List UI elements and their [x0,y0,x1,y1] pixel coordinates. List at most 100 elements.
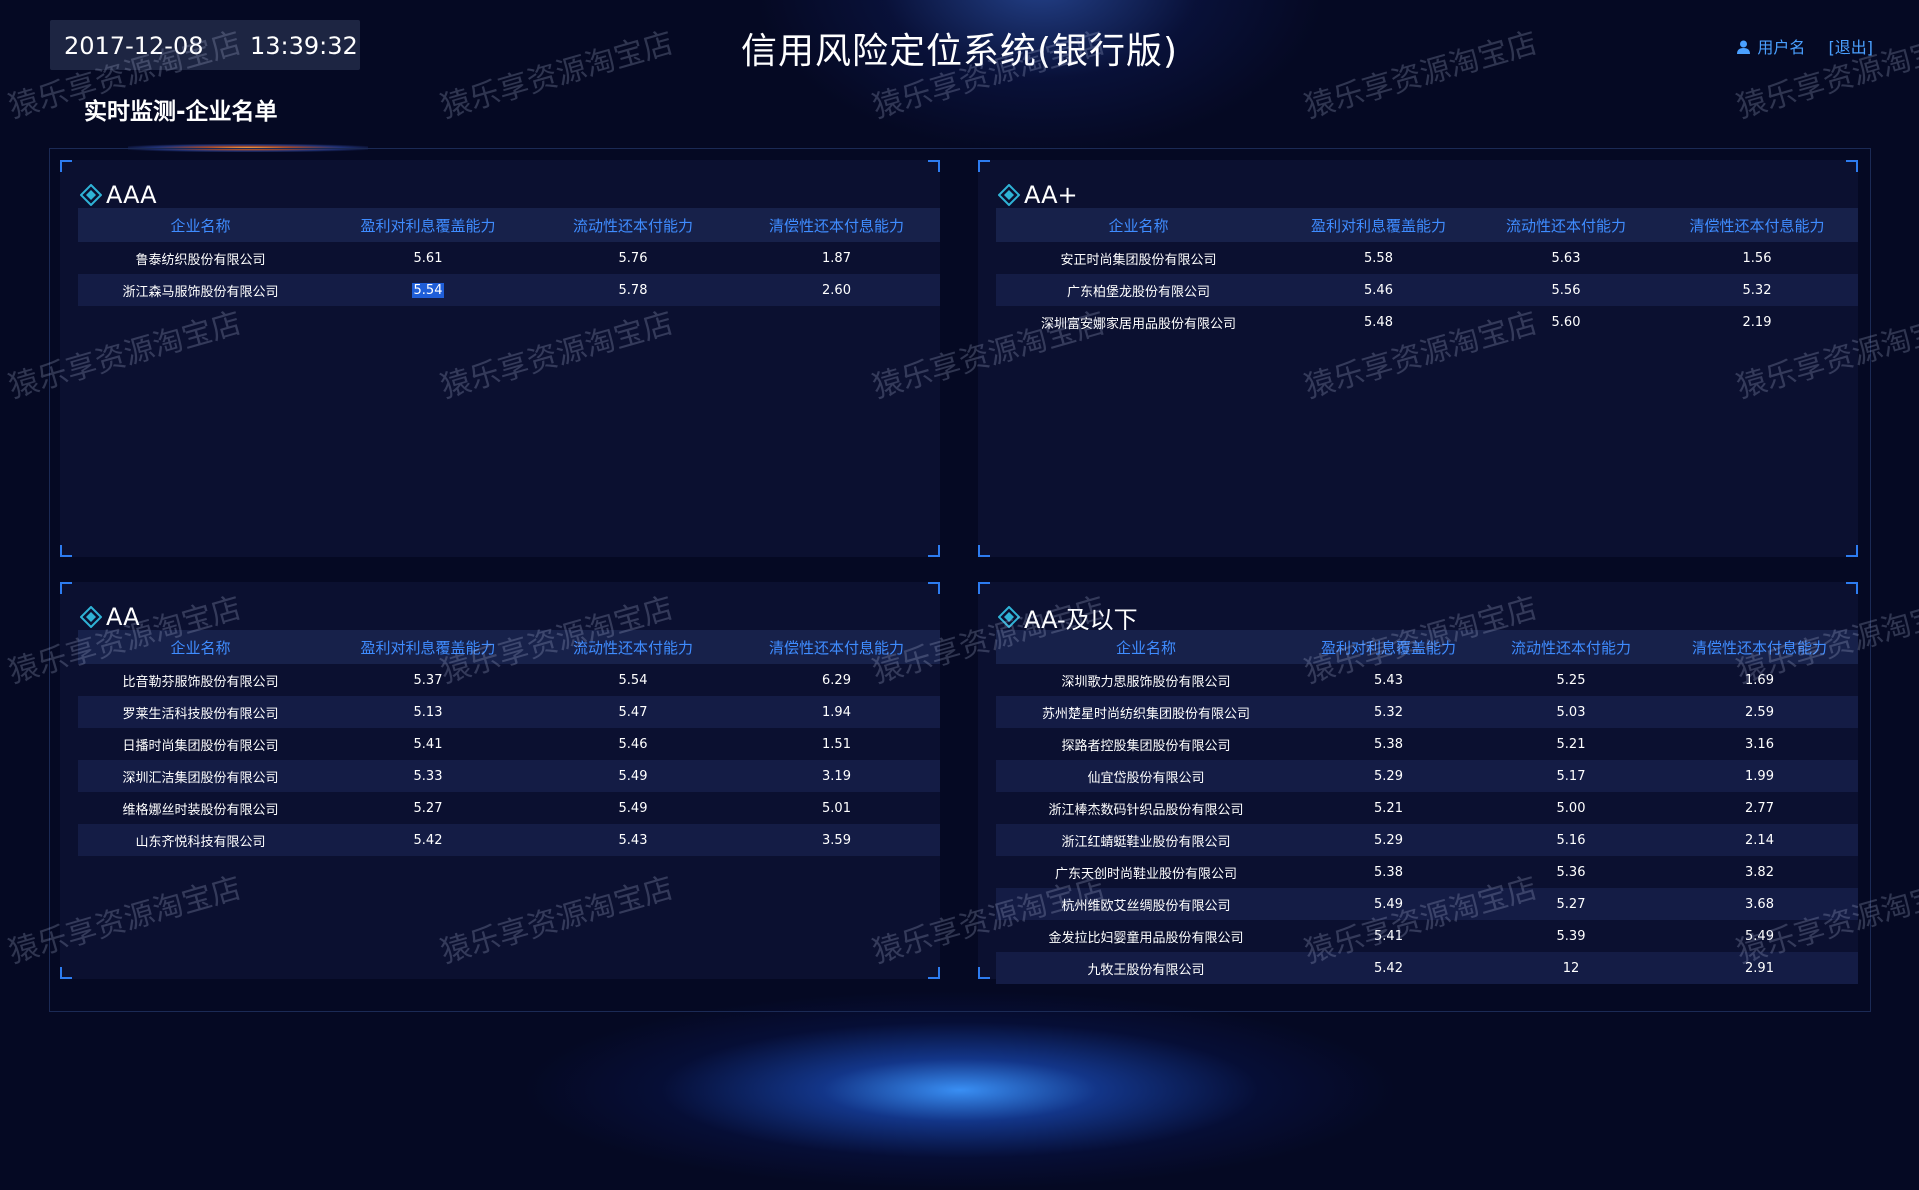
cell-value: 1.94 [733,696,940,728]
table-row[interactable]: 深圳汇洁集团股份有限公司 5.33 5.49 3.19 [78,760,940,792]
company-name: 金发拉比妇婴童用品股份有限公司 [996,920,1296,952]
cell-value: 5.58 [1281,242,1476,274]
panel-aa-plus: AA+ 企业名称 盈利对利息覆盖能力 流动性还本付能力 清偿性还本付息能力 安正… [978,160,1858,557]
column-header[interactable]: 流动性还本付能力 [1481,630,1661,664]
cell-value: 5.61 [323,242,533,274]
table-row[interactable]: 鲁泰纺织股份有限公司 5.61 5.76 1.87 [78,242,940,274]
cell-value: 5.29 [1296,760,1481,792]
cell-value: 5.41 [1296,920,1481,952]
table-row[interactable]: 广东天创时尚鞋业股份有限公司 5.38 5.36 3.82 [996,856,1858,888]
table-header: 企业名称 盈利对利息覆盖能力 流动性还本付能力 清偿性还本付息能力 [78,208,940,242]
table-row[interactable]: 金发拉比妇婴童用品股份有限公司 5.41 5.39 5.49 [996,920,1858,952]
table-row[interactable]: 日播时尚集团股份有限公司 5.41 5.46 1.51 [78,728,940,760]
column-header[interactable]: 清偿性还本付息能力 [733,630,940,664]
cell-value: 5.46 [533,728,733,760]
table-aa: 企业名称 盈利对利息覆盖能力 流动性还本付能力 清偿性还本付息能力 比音勒芬服饰… [78,630,940,856]
selected-text: 5.54 [411,282,445,298]
cell-value: 2.59 [1661,696,1858,728]
table-row[interactable]: 浙江棒杰数码针织品股份有限公司 5.21 5.00 2.77 [996,792,1858,824]
panel-title-aa-minus: AA-及以下 [998,602,1138,634]
table-row[interactable]: 罗莱生活科技股份有限公司 5.13 5.47 1.94 [78,696,940,728]
user-icon [1737,40,1751,54]
table-row[interactable]: 比音勒芬服饰股份有限公司 5.37 5.54 6.29 [78,664,940,696]
cell-value: 5.60 [1476,306,1656,338]
column-header[interactable]: 盈利对利息覆盖能力 [1296,630,1481,664]
cell-value: 5.41 [323,728,533,760]
table-row[interactable]: 仙宜岱股份有限公司 5.29 5.17 1.99 [996,760,1858,792]
company-name: 深圳歌力思服饰股份有限公司 [996,664,1296,696]
cell-value: 5.48 [1281,306,1476,338]
table-row[interactable]: 苏州楚星时尚纺织集团股份有限公司 5.32 5.03 2.59 [996,696,1858,728]
panel-aa: AA 企业名称 盈利对利息覆盖能力 流动性还本付能力 清偿性还本付息能力 比音勒… [60,582,940,979]
column-header[interactable]: 清偿性还本付息能力 [733,208,940,242]
column-header[interactable]: 清偿性还本付息能力 [1656,208,1858,242]
cell-value: 5.63 [1476,242,1656,274]
user-menu[interactable]: 用户名 [1737,38,1810,57]
table-row[interactable]: 安正时尚集团股份有限公司 5.58 5.63 1.56 [996,242,1858,274]
diamond-icon [80,184,102,206]
column-header[interactable]: 流动性还本付能力 [533,208,733,242]
table-row[interactable]: 维格娜丝时装股份有限公司 5.27 5.49 5.01 [78,792,940,824]
cell-value: 5.47 [533,696,733,728]
column-header[interactable]: 盈利对利息覆盖能力 [323,208,533,242]
bottom-glow [520,990,1400,1190]
table-row[interactable]: 探路者控股集团股份有限公司 5.38 5.21 3.16 [996,728,1858,760]
cell-value: 5.54 [323,274,533,306]
panel-title-aaa: AAA [80,180,157,210]
column-header[interactable]: 企业名称 [996,208,1281,242]
table-header: 企业名称 盈利对利息覆盖能力 流动性还本付能力 清偿性还本付息能力 [996,208,1858,242]
logout-link[interactable]: [退出] [1829,38,1874,57]
table-row[interactable]: 杭州维欧艾丝绸股份有限公司 5.49 5.27 3.68 [996,888,1858,920]
company-name: 浙江棒杰数码针织品股份有限公司 [996,792,1296,824]
table-aa-plus: 企业名称 盈利对利息覆盖能力 流动性还本付能力 清偿性还本付息能力 安正时尚集团… [996,208,1858,338]
cell-value: 5.25 [1481,664,1661,696]
column-header[interactable]: 盈利对利息覆盖能力 [1281,208,1476,242]
cell-value: 5.36 [1481,856,1661,888]
company-name: 广东柏堡龙股份有限公司 [996,274,1281,306]
cell-value: 5.01 [733,792,940,824]
table-aaa: 企业名称 盈利对利息覆盖能力 流动性还本付能力 清偿性还本付息能力 鲁泰纺织股份… [78,208,940,306]
cell-value: 5.27 [323,792,533,824]
table-row[interactable]: 广东柏堡龙股份有限公司 5.46 5.56 5.32 [996,274,1858,306]
column-header[interactable]: 清偿性还本付息能力 [1661,630,1858,664]
cell-value: 2.14 [1661,824,1858,856]
user-area: 用户名 [退出] [1729,34,1873,58]
diamond-icon [80,606,102,628]
table-row[interactable]: 深圳富安娜家居用品股份有限公司 5.48 5.60 2.19 [996,306,1858,338]
cell-value: 12 [1481,952,1661,984]
cell-value: 3.16 [1661,728,1858,760]
column-header[interactable]: 流动性还本付能力 [1476,208,1656,242]
cell-value: 5.78 [533,274,733,306]
cell-value: 5.43 [1296,664,1481,696]
table-row[interactable]: 深圳歌力思服饰股份有限公司 5.43 5.25 1.69 [996,664,1858,696]
company-name: 杭州维欧艾丝绸股份有限公司 [996,888,1296,920]
cell-value: 5.17 [1481,760,1661,792]
table-row[interactable]: 山东齐悦科技有限公司 5.42 5.43 3.59 [78,824,940,856]
cell-value: 5.39 [1481,920,1661,952]
company-name: 鲁泰纺织股份有限公司 [78,242,323,274]
company-name: 深圳汇洁集团股份有限公司 [78,760,323,792]
company-name: 罗莱生活科技股份有限公司 [78,696,323,728]
cell-value: 5.33 [323,760,533,792]
table-row[interactable]: 九牧王股份有限公司 5.42 12 2.91 [996,952,1858,984]
column-header[interactable]: 企业名称 [78,630,323,664]
company-name: 浙江红蜻蜓鞋业股份有限公司 [996,824,1296,856]
panel-title-aa-plus: AA+ [998,180,1078,210]
table-row[interactable]: 浙江红蜻蜓鞋业股份有限公司 5.29 5.16 2.14 [996,824,1858,856]
cell-value: 5.49 [533,792,733,824]
company-name: 苏州楚星时尚纺织集团股份有限公司 [996,696,1296,728]
column-header[interactable]: 企业名称 [78,208,323,242]
company-name: 浙江森马服饰股份有限公司 [78,274,323,306]
column-header[interactable]: 盈利对利息覆盖能力 [323,630,533,664]
cell-value: 2.60 [733,274,940,306]
company-name: 广东天创时尚鞋业股份有限公司 [996,856,1296,888]
panel-aa-minus: AA-及以下 企业名称 盈利对利息覆盖能力 流动性还本付能力 清偿性还本付息能力… [978,582,1858,984]
cell-value: 5.21 [1481,728,1661,760]
column-header[interactable]: 流动性还本付能力 [533,630,733,664]
company-name: 仙宜岱股份有限公司 [996,760,1296,792]
cell-value: 3.68 [1661,888,1858,920]
column-header[interactable]: 企业名称 [996,630,1296,664]
diamond-icon [998,184,1020,206]
table-row[interactable]: 浙江森马服饰股份有限公司 5.54 5.78 2.60 [78,274,940,306]
company-name: 深圳富安娜家居用品股份有限公司 [996,306,1281,338]
